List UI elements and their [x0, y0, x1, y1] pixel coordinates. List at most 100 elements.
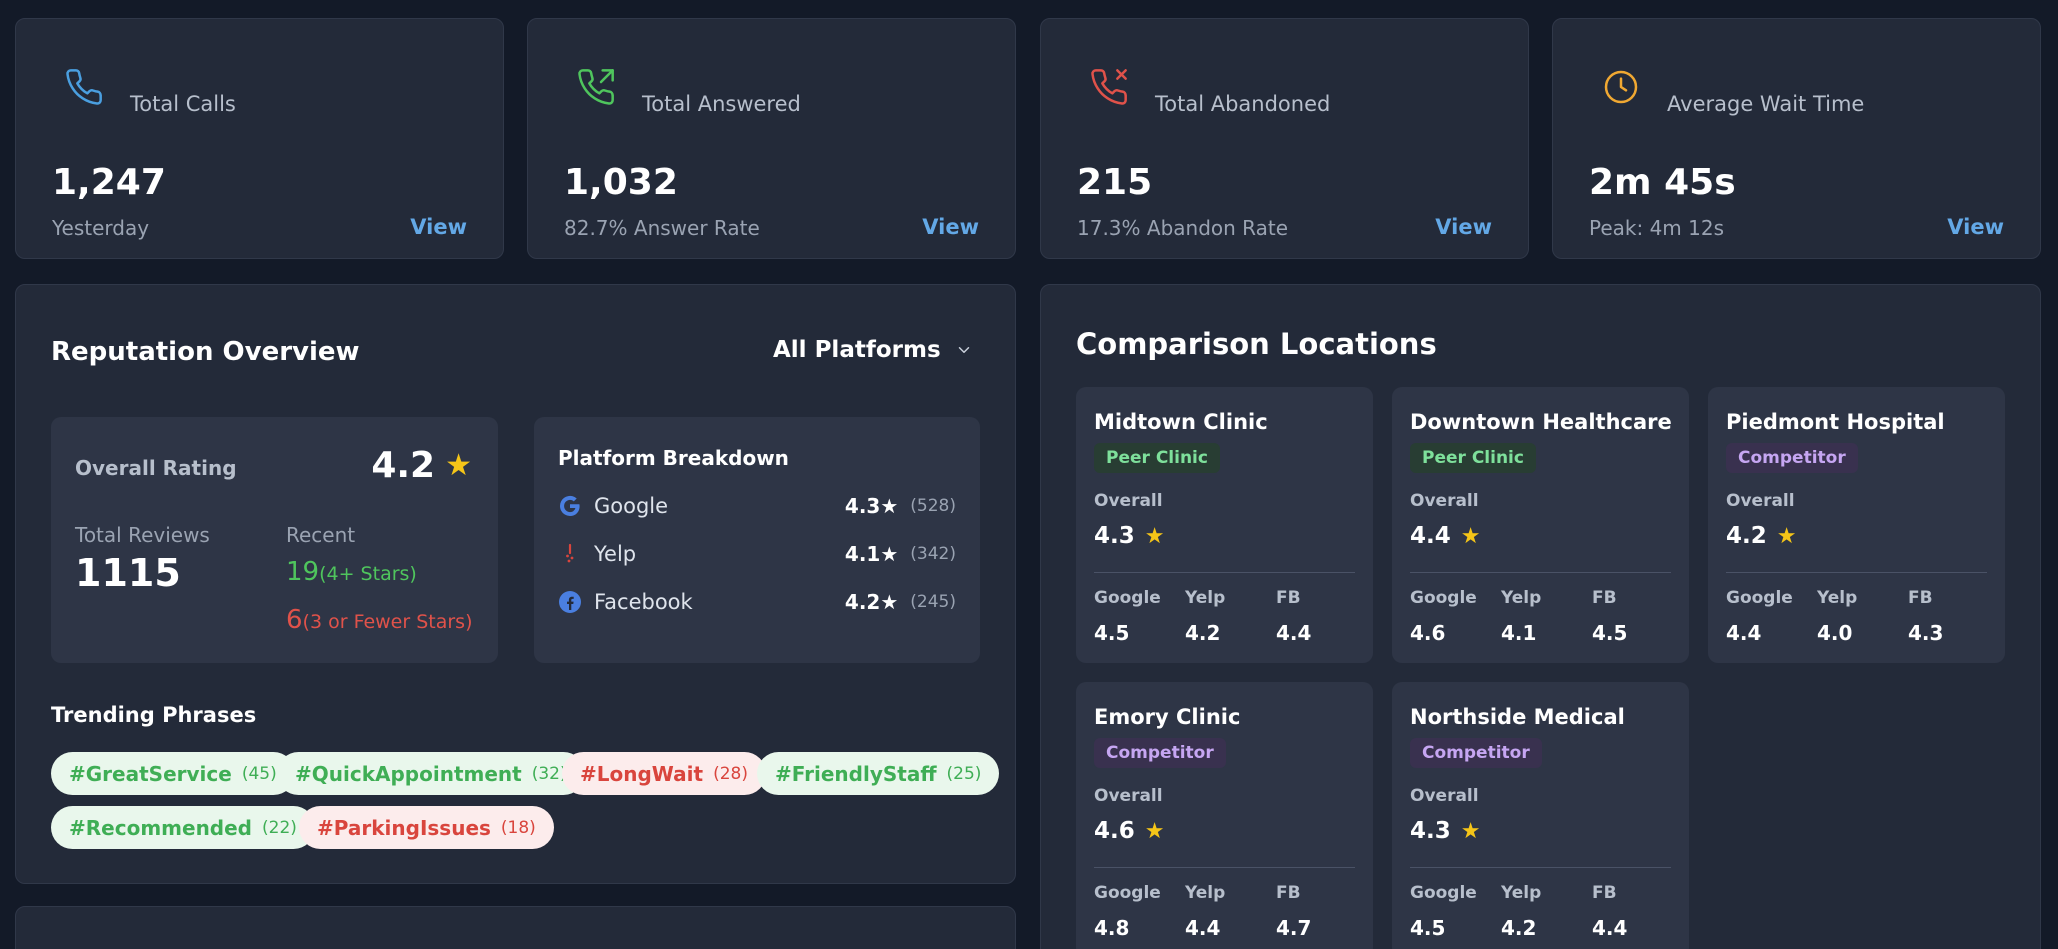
stat-subtext: 82.7% Answer Rate — [564, 216, 760, 240]
stat-card-average-wait: Average Wait Time 2m 45s Peak: 4m 12s Vi… — [1552, 18, 2041, 259]
phrase-tag[interactable]: #ParkingIssues (18) — [299, 806, 554, 849]
yelp-rating: 4.4 — [1185, 916, 1221, 940]
fb-rating: 4.7 — [1276, 916, 1312, 940]
recent-negative-text: (3 or Fewer Stars) — [302, 611, 473, 633]
phrase-tag[interactable]: #LongWait (28) — [562, 752, 766, 795]
stat-subtext: 17.3% Abandon Rate — [1077, 216, 1289, 240]
recent-negative-count: 6 — [286, 605, 303, 635]
overall-label: Overall — [1094, 786, 1163, 806]
platform-review-count: (528) — [910, 496, 956, 516]
recent-label: Recent — [286, 523, 356, 547]
facebook-icon — [558, 590, 582, 614]
stat-card-total-abandoned: Total Abandoned 215 17.3% Abandon Rate V… — [1040, 18, 1529, 259]
location-card[interactable]: Midtown Clinic Peer Clinic Overall 4.3 ★ … — [1076, 387, 1373, 663]
fb-label: FB — [1908, 588, 1933, 608]
overall-rating-card: Overall Rating 4.2 ★ Total Reviews 1115 … — [51, 417, 498, 663]
location-type-badge: Competitor — [1726, 443, 1858, 473]
phrase-text: #LongWait — [580, 761, 704, 786]
fb-label: FB — [1276, 883, 1301, 903]
stat-subtext: Yesterday — [52, 216, 150, 240]
recent-positive-count: 19 — [286, 557, 320, 587]
overall-value: 4.6 ★ — [1094, 818, 1164, 844]
comparison-locations-panel: Comparison Locations Midtown Clinic Peer… — [1040, 284, 2041, 949]
yelp-rating: 4.2 — [1185, 621, 1221, 645]
platform-rating: 4.3★ — [844, 494, 899, 518]
total-reviews-label: Total Reviews — [75, 523, 210, 547]
star-icon: ★ — [1144, 523, 1165, 549]
platform-review-count: (245) — [910, 592, 956, 612]
overall-value: 4.4 ★ — [1410, 523, 1480, 549]
platform-breakdown-card: Platform Breakdown Google 4.3★ (528) Yel… — [534, 417, 980, 663]
view-link[interactable]: View — [1435, 215, 1492, 239]
phrase-count: (28) — [713, 763, 748, 784]
star-icon: ★ — [1144, 818, 1165, 844]
divider — [1094, 572, 1355, 573]
stat-title: Total Calls — [130, 92, 236, 116]
stat-card-total-calls: Total Calls 1,247 Yesterday View — [15, 18, 504, 259]
overall-label: Overall — [1726, 491, 1795, 511]
phrase-text: #ParkingIssues — [317, 815, 491, 840]
platform-filter-label: All Platforms — [773, 337, 941, 363]
phrase-text: #QuickAppointment — [295, 761, 522, 786]
phrase-tag[interactable]: #Recommended (22) — [51, 806, 315, 849]
phrase-text: #FriendlyStaff — [775, 761, 937, 786]
platform-row-facebook: Facebook 4.2★ (245) — [558, 587, 956, 617]
google-rating: 4.6 — [1410, 621, 1446, 645]
overall-rating-label: Overall Rating — [75, 456, 237, 480]
star-icon: ★ — [1460, 523, 1481, 549]
google-label: Google — [1094, 588, 1161, 608]
location-type-badge: Competitor — [1410, 738, 1542, 768]
overall-rating-value: 4.2 ★ — [371, 445, 472, 486]
section-title: Comparison Locations — [1076, 327, 1437, 361]
location-name: Piedmont Hospital — [1726, 410, 1945, 434]
fb-rating: 4.5 — [1592, 621, 1628, 645]
platform-rating: 4.2★ — [844, 590, 899, 614]
phrase-tag[interactable]: #QuickAppointment (32) — [277, 752, 585, 795]
location-card[interactable]: Northside Medical Competitor Overall 4.3… — [1392, 682, 1689, 949]
star-icon: ★ — [445, 448, 472, 483]
yelp-rating: 4.2 — [1501, 916, 1537, 940]
phrase-count: (25) — [946, 763, 982, 784]
google-rating: 4.5 — [1410, 916, 1446, 940]
google-icon — [558, 494, 582, 518]
platform-row-google: Google 4.3★ (528) — [558, 491, 956, 521]
divider — [1726, 572, 1987, 573]
stat-title: Average Wait Time — [1667, 92, 1865, 116]
overall-label: Overall — [1094, 491, 1163, 511]
yelp-label: Yelp — [1501, 588, 1542, 608]
location-card[interactable]: Piedmont Hospital Competitor Overall 4.2… — [1708, 387, 2005, 663]
overall-number: 4.3 — [1410, 818, 1451, 844]
view-link[interactable]: View — [922, 215, 979, 239]
platform-filter-dropdown[interactable]: All Platforms — [773, 337, 973, 363]
location-card[interactable]: Downtown Healthcare Peer Clinic Overall … — [1392, 387, 1689, 663]
google-rating: 4.4 — [1726, 621, 1762, 645]
platform-review-count: (342) — [910, 544, 956, 564]
location-card[interactable]: Emory Clinic Competitor Overall 4.6 ★ Goo… — [1076, 682, 1373, 949]
yelp-rating: 4.1 — [1501, 621, 1537, 645]
next-panel — [15, 906, 1016, 949]
divider — [1410, 867, 1671, 868]
view-link[interactable]: View — [410, 215, 467, 239]
phrase-tag[interactable]: #GreatService (45) — [51, 752, 295, 795]
platform-breakdown-title: Platform Breakdown — [558, 446, 789, 470]
fb-label: FB — [1276, 588, 1301, 608]
fb-label: FB — [1592, 883, 1617, 903]
overall-number: 4.3 — [1094, 523, 1135, 549]
fb-rating: 4.3 — [1908, 621, 1944, 645]
yelp-icon — [558, 542, 582, 566]
overall-rating-number: 4.2 — [371, 445, 436, 486]
overall-label: Overall — [1410, 786, 1479, 806]
overall-number: 4.2 — [1726, 523, 1767, 549]
trending-phrases-title: Trending Phrases — [51, 703, 257, 727]
stat-value: 2m 45s — [1589, 162, 1736, 203]
phrase-tag[interactable]: #FriendlyStaff (25) — [757, 752, 1000, 795]
google-rating: 4.8 — [1094, 916, 1130, 940]
overall-value: 4.2 ★ — [1726, 523, 1796, 549]
location-name: Northside Medical — [1410, 705, 1625, 729]
yelp-label: Yelp — [1185, 588, 1226, 608]
view-link[interactable]: View — [1947, 215, 2004, 239]
overall-number: 4.4 — [1410, 523, 1451, 549]
phrase-text: #Recommended — [69, 815, 252, 840]
yelp-label: Yelp — [1185, 883, 1226, 903]
platform-name: Facebook — [594, 590, 693, 614]
